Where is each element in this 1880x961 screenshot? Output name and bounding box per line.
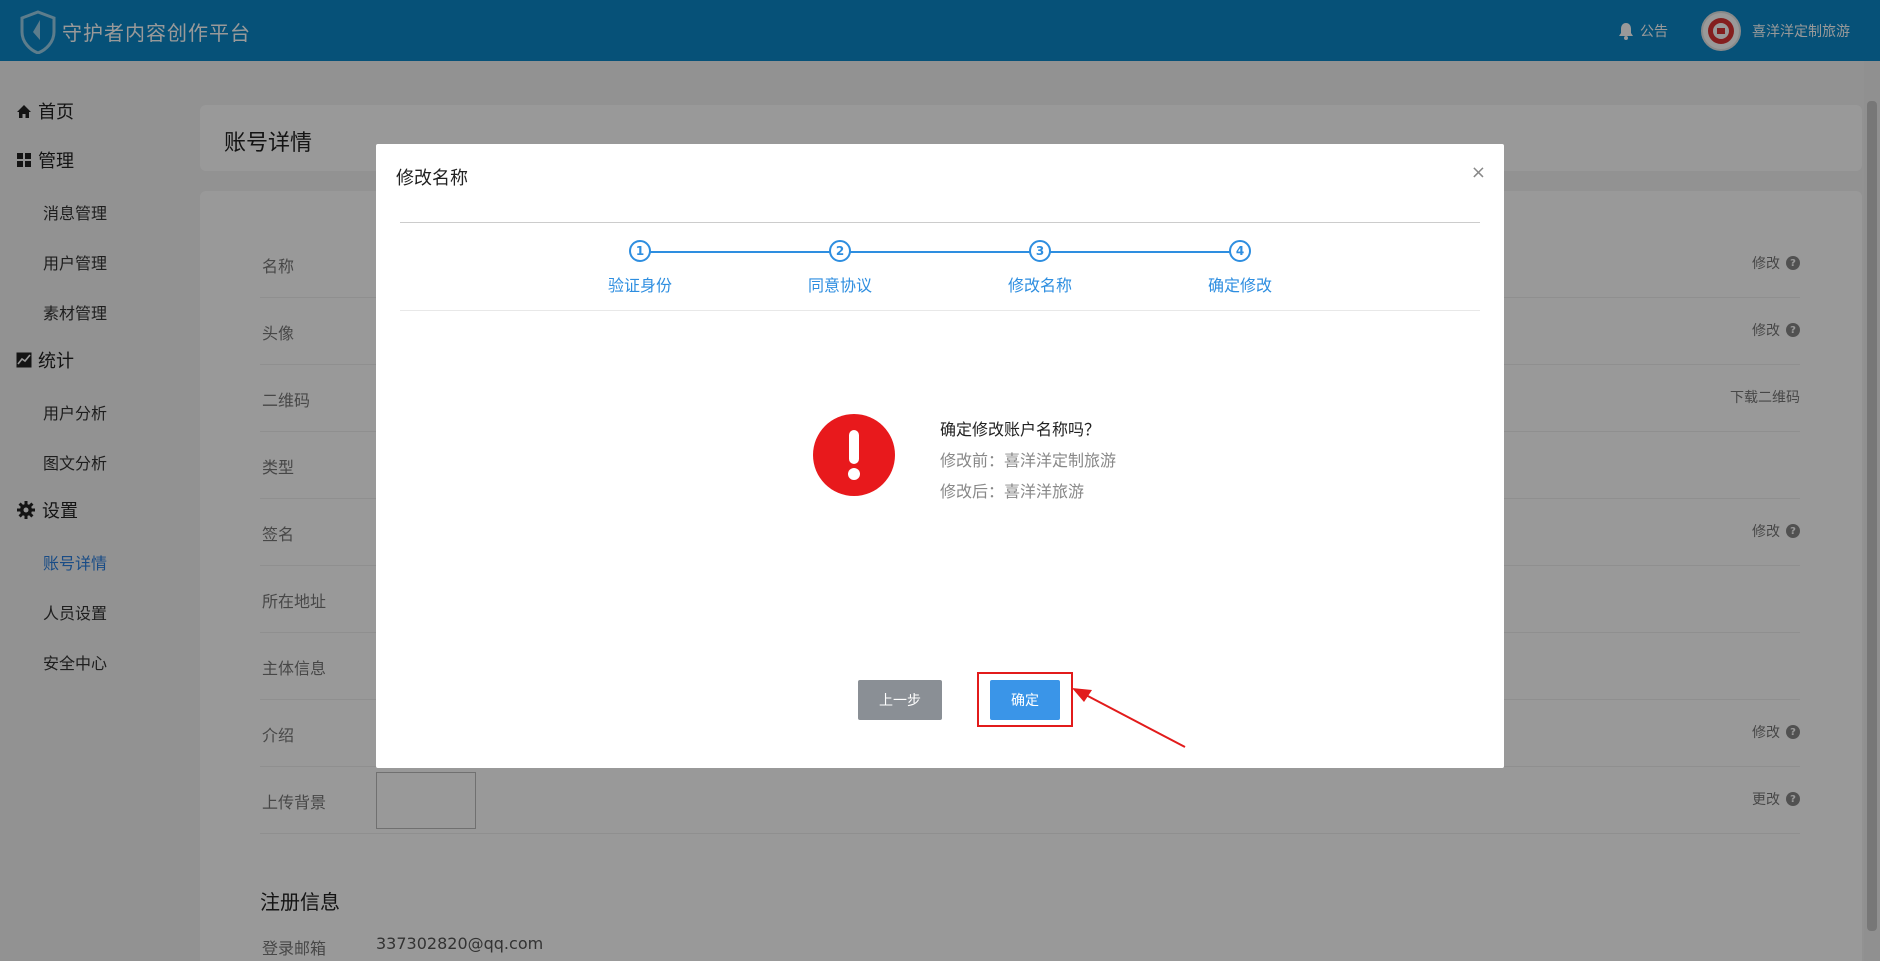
name-before: 修改前：喜洋洋定制旅游 [940, 451, 1117, 470]
step-1-label: 验证身份 [607, 276, 672, 295]
step-connector [640, 251, 840, 253]
modal-divider [400, 222, 1480, 223]
step-indicator: 1 2 3 4 验证身份 同意协议 修改名称 确定修改 [376, 240, 1504, 300]
rename-modal: 修改名称 × 1 2 3 4 验证身份 同意协议 修改名称 确定修改 确定修改账… [376, 144, 1504, 768]
step-connector [840, 251, 1040, 253]
confirm-question: 确定修改账户名称吗？ [940, 420, 1101, 439]
step-4-label: 确定修改 [1207, 276, 1272, 295]
modal-title: 修改名称 [396, 168, 468, 189]
warning-icon [813, 414, 895, 496]
step-4-dot: 4 [1229, 240, 1251, 262]
previous-step-button[interactable]: 上一步 [858, 680, 942, 720]
modal-divider [400, 310, 1480, 311]
step-connector [1040, 251, 1240, 253]
step-2-dot: 2 [829, 240, 851, 262]
close-icon[interactable]: × [1471, 162, 1486, 183]
step-2-label: 同意协议 [807, 276, 872, 295]
confirm-button[interactable]: 确定 [990, 680, 1060, 720]
step-3-dot: 3 [1029, 240, 1051, 262]
annotation-arrow-icon [1072, 688, 1186, 748]
name-after: 修改后：喜洋洋旅游 [940, 482, 1085, 501]
step-3-label: 修改名称 [1007, 276, 1072, 295]
step-1-dot: 1 [629, 240, 651, 262]
